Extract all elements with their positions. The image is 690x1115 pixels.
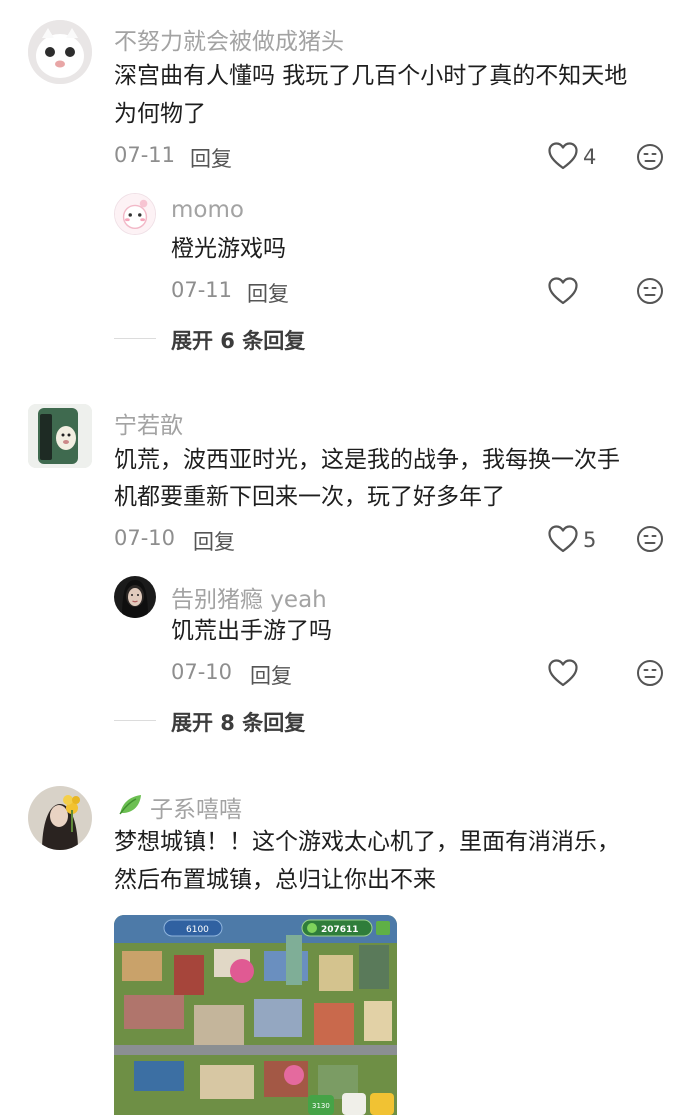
reply-text: 橙光游戏吗 <box>171 236 286 262</box>
heart-outline-icon[interactable] <box>548 525 578 553</box>
emoji-face-icon[interactable] <box>636 143 664 171</box>
comment-username[interactable]: 子系嘻嘻 <box>150 790 242 824</box>
comment-text-line: 梦想城镇！！这个游戏太心机了，里面有消消乐， <box>114 829 620 855</box>
emoji-face-icon[interactable] <box>636 525 664 553</box>
divider <box>114 720 156 721</box>
comment-text-line: 深宫曲有人懂吗 我玩了几百个小时了真的不知天地 <box>114 63 628 89</box>
comment-text-line: 为何物了 <box>114 101 206 127</box>
like-count: 4 <box>583 145 597 169</box>
reply-button[interactable]: 回复 <box>193 526 235 556</box>
hud-badge: 3130 <box>312 1102 330 1110</box>
heart-outline-icon[interactable] <box>548 277 578 305</box>
leaf-icon <box>119 795 141 815</box>
heart-outline-icon[interactable] <box>548 142 578 170</box>
comment-text-line: 饥荒，波西亚时光，这是我的战争，我每换一次手 <box>114 447 620 473</box>
hud-cash: 207611 <box>321 925 359 935</box>
reply-username[interactable]: 告别猪瘾 yeah <box>171 580 327 614</box>
emoji-face-icon[interactable] <box>636 659 664 687</box>
hud-coins: 6100 <box>186 925 209 935</box>
avatar[interactable] <box>28 404 92 468</box>
comment-text-line: 然后布置城镇，总归让你出不来 <box>114 867 436 893</box>
comment-username[interactable]: 宁若歆 <box>114 406 183 440</box>
reply-username[interactable]: momo <box>171 197 244 223</box>
reply-date: 07-11 <box>171 278 233 302</box>
comment-date: 07-10 <box>114 526 176 550</box>
reply-text: 饥荒出手游了吗 <box>171 618 332 644</box>
comment-image[interactable]: 6100 207611 3130 <box>114 915 397 1115</box>
reply-button[interactable]: 回复 <box>247 278 289 308</box>
expand-replies-button[interactable]: 展开 8 条回复 <box>171 707 305 737</box>
avatar[interactable] <box>28 20 92 84</box>
like-count: 5 <box>583 528 597 552</box>
avatar[interactable] <box>114 576 156 618</box>
comment-text-line: 机都要重新下回来一次，玩了好多年了 <box>114 484 505 510</box>
emoji-face-icon[interactable] <box>636 277 664 305</box>
divider <box>114 338 156 339</box>
reply-button[interactable]: 回复 <box>250 660 292 690</box>
comment-date: 07-11 <box>114 143 176 167</box>
comment-username[interactable]: 不努力就会被做成猪头 <box>114 22 344 56</box>
reply-button[interactable]: 回复 <box>190 143 232 173</box>
avatar[interactable] <box>114 193 156 235</box>
avatar[interactable] <box>28 786 92 850</box>
reply-date: 07-10 <box>171 660 233 684</box>
heart-outline-icon[interactable] <box>548 659 578 687</box>
expand-replies-button[interactable]: 展开 6 条回复 <box>171 325 305 355</box>
